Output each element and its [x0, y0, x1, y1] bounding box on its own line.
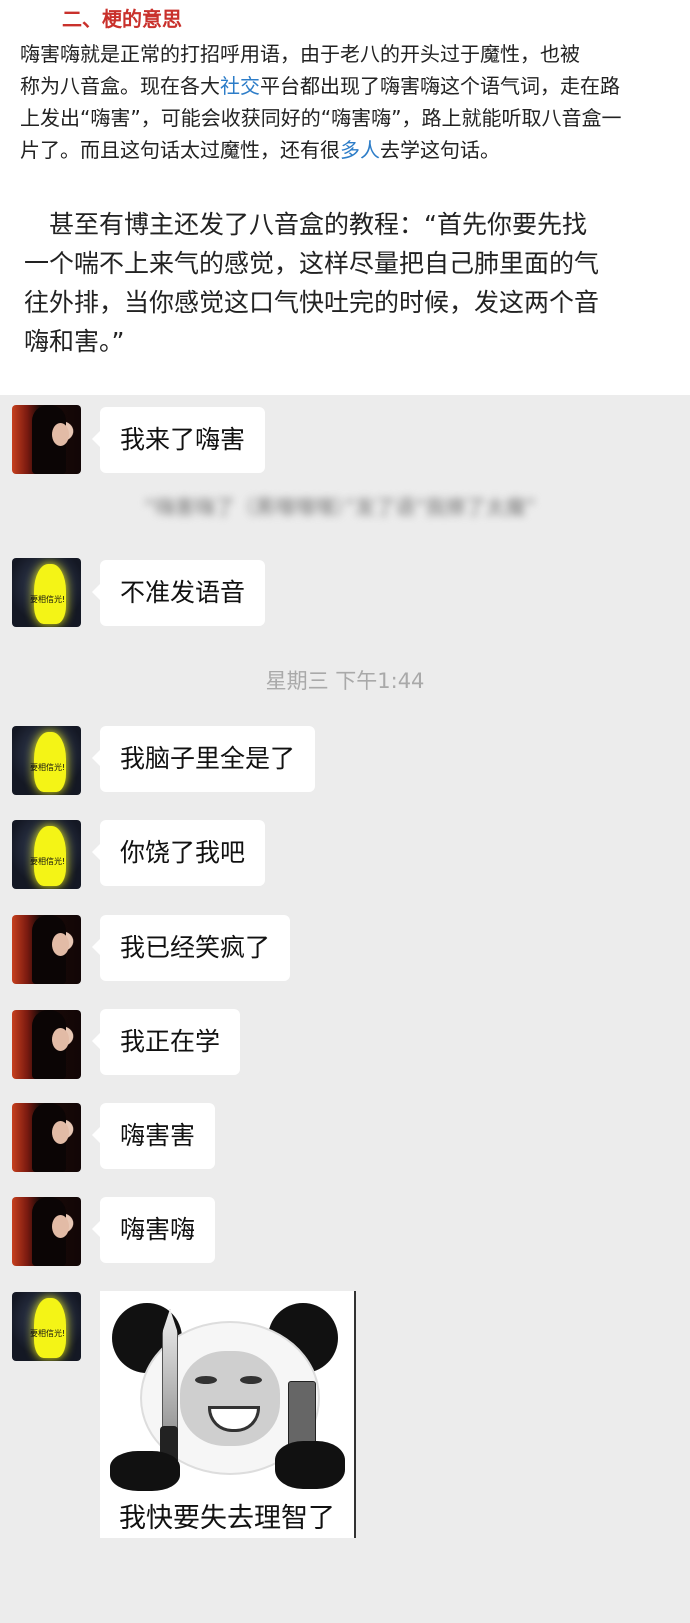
message-bubble[interactable]: 不准发语音 [91, 560, 266, 626]
many-people-link[interactable]: 多人 [340, 138, 380, 162]
avatar-woman[interactable] [12, 405, 81, 474]
paragraph-2: 甚至有博主还发了八音盒的教程：“首先你要先找 一个喘不上来气的感觉，这样尽量把自… [24, 205, 674, 361]
panda-hand [110, 1451, 180, 1491]
panda-eye [240, 1376, 262, 1384]
paragraph-1-line-1: 嗨害嗨就是正常的打招呼用语，由于老八的开头过于魔性，也被 [20, 42, 580, 66]
avatar-face [52, 423, 69, 446]
message-bubble[interactable]: 嗨害嗨 [91, 1197, 216, 1263]
avatar-face [52, 1028, 69, 1051]
text-fragment: 平台都出现了嗨害嗨这个语气词，走在路 [260, 74, 620, 98]
message-bubble[interactable]: 你饶了我吧 [91, 820, 266, 886]
paragraph-2-line-4: 嗨和害。” [24, 327, 125, 356]
message-bubble[interactable]: 我正在学 [91, 1009, 241, 1075]
message-bubble[interactable]: 我脑子里全是了 [91, 726, 316, 792]
avatar-face [52, 933, 69, 956]
avatar-ultraman[interactable]: 要相信光! [12, 1292, 81, 1361]
avatar-woman[interactable] [12, 1197, 81, 1266]
paragraph-2-line-3: 往外排，当你感觉这口气快吐完的时候，发这两个音 [24, 288, 600, 317]
avatar-ultraman[interactable]: 要相信光! [12, 726, 81, 795]
text-fragment: 去学这句话。 [380, 138, 500, 162]
message-bubble[interactable]: 我已经笑疯了 [91, 915, 291, 981]
avatar-caption: 要相信光! [30, 1329, 66, 1338]
knife-icon [162, 1309, 178, 1431]
chat-timestamp: 星期三 下午1:44 [265, 669, 425, 693]
text-fragment: 称为八音盒。现在各大 [20, 74, 220, 98]
avatar-face [52, 1121, 69, 1144]
article-section: 二、梗的意思 嗨害嗨就是正常的打招呼用语，由于老八的开头过于魔性，也被 称为八音… [0, 0, 690, 395]
message-bubble[interactable]: 我来了嗨害 [91, 407, 266, 473]
avatar-woman[interactable] [12, 1010, 81, 1079]
paragraph-2-line-1: 甚至有博主还发了八音盒的教程：“首先你要先找 [24, 210, 587, 239]
paragraph-1-line-3: 上发出“嗨害”，可能会收获同好的“嗨害嗨”，路上就能听取八音盒一 [20, 106, 622, 130]
paragraph-1-line-2: 称为八音盒。现在各大社交平台都出现了嗨害嗨这个语气词，走在路 [20, 70, 675, 102]
avatar-caption: 要相信光! [30, 857, 66, 866]
avatar-caption: 要相信光! [30, 763, 66, 772]
paragraph-2-line-2: 一个喘不上来气的感觉，这样尽量把自己肺里面的气 [24, 249, 600, 278]
panda-hand [275, 1441, 345, 1489]
avatar-caption: 要相信光! [30, 595, 66, 604]
avatar-woman[interactable] [12, 1103, 81, 1172]
social-link[interactable]: 社交 [220, 74, 260, 98]
avatar-ultraman[interactable]: 要相信光! [12, 820, 81, 889]
avatar-ultraman[interactable]: 要相信光! [12, 558, 81, 627]
text-fragment: 片了。而且这句话太过魔性，还有很 [20, 138, 340, 162]
panda-eye [195, 1376, 217, 1384]
message-bubble[interactable]: 嗨害害 [91, 1103, 216, 1169]
avatar-woman[interactable] [12, 915, 81, 984]
sticker-caption: 我快要失去理智了 [119, 1503, 335, 1534]
section-heading: 二、梗的意思 [62, 7, 182, 31]
paragraph-1-line-4: 片了。而且这句话太过魔性，还有很多人去学这句话。 [20, 134, 675, 166]
chat-screenshot: 我来了嗨害 “嗨害嗨了（黑嘿嘿嘿）”发了语“我擦了太魔” 要相信光! 不准发语音… [0, 395, 690, 1623]
paragraph-1: 嗨害嗨就是正常的打招呼用语，由于老八的开头过于魔性，也被 称为八音盒。现在各大社… [20, 38, 675, 166]
panda-meme-sticker[interactable]: 我快要失去理智了 [100, 1291, 356, 1538]
blurred-recall-notice: “嗨害嗨了（黑嘿嘿嘿）”发了语“我擦了太魔” [144, 495, 536, 519]
avatar-face [52, 1215, 69, 1238]
